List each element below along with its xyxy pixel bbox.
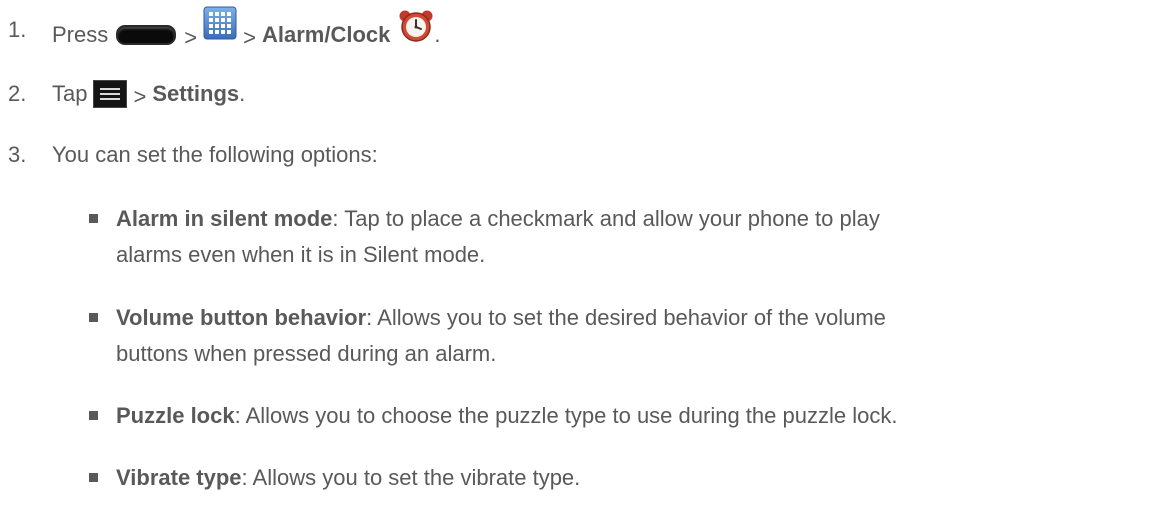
bullet-icon [89,214,98,223]
step-suffix: . [434,21,441,47]
step-number: 3. [8,142,27,167]
option-text: Alarm in silent mode: Tap to place a che… [116,201,1116,273]
bullet-icon [89,473,98,482]
option-term: Volume button behavior [116,305,367,330]
option-desc: : Tap to place a checkmark and allow you… [332,206,880,231]
bullet-icon [89,313,98,322]
bullet-icon [89,411,98,420]
step-prefix: Tap [52,81,88,106]
step-number: 2. [8,81,27,106]
option-term: Alarm in silent mode [116,206,333,231]
separator: > [133,84,147,109]
option-text: Volume button behavior: Allows you to se… [116,300,1116,372]
step-prefix: Press [52,21,109,47]
option-desc-cont: alarms even when it is in Silent mode. [116,242,486,267]
option-volume-button-behavior: Volume button behavior: Allows you to se… [89,300,1139,372]
step-text: Press > > Alarm/Clock . [52,6,441,57]
option-term: Puzzle lock [116,403,235,428]
menu-item-name: Settings [152,81,240,106]
app-name: Alarm/Clock [261,21,391,47]
step-text: You can set the following options: [52,142,378,167]
option-desc: : Allows you to set the vibrate type. [241,465,581,490]
apps-grid-icon [203,6,237,51]
separator: > [184,24,198,50]
option-alarm-in-silent-mode: Alarm in silent mode: Tap to place a che… [89,201,1139,273]
separator: > [243,24,256,50]
step-number: 1. [8,17,27,42]
option-desc: : Allows you to choose the puzzle type t… [234,403,898,428]
alarm-clock-icon [398,9,434,54]
menu-key-icon [93,80,128,108]
step-text: Tap > Settings . [52,76,245,112]
option-vibrate-type: Vibrate type: Allows you to set the vibr… [89,460,1139,496]
option-term: Vibrate type [116,465,242,490]
option-desc: : Allows you to set the desired behavior… [366,305,886,330]
option-text: Vibrate type: Allows you to set the vibr… [116,460,1116,496]
step-suffix: . [239,81,246,106]
option-desc-cont: buttons when pressed during an alarm. [116,341,497,366]
option-puzzle-lock: Puzzle lock: Allows you to choose the pu… [89,398,1139,434]
option-text: Puzzle lock: Allows you to choose the pu… [116,398,1116,434]
home-key-icon [116,24,177,45]
